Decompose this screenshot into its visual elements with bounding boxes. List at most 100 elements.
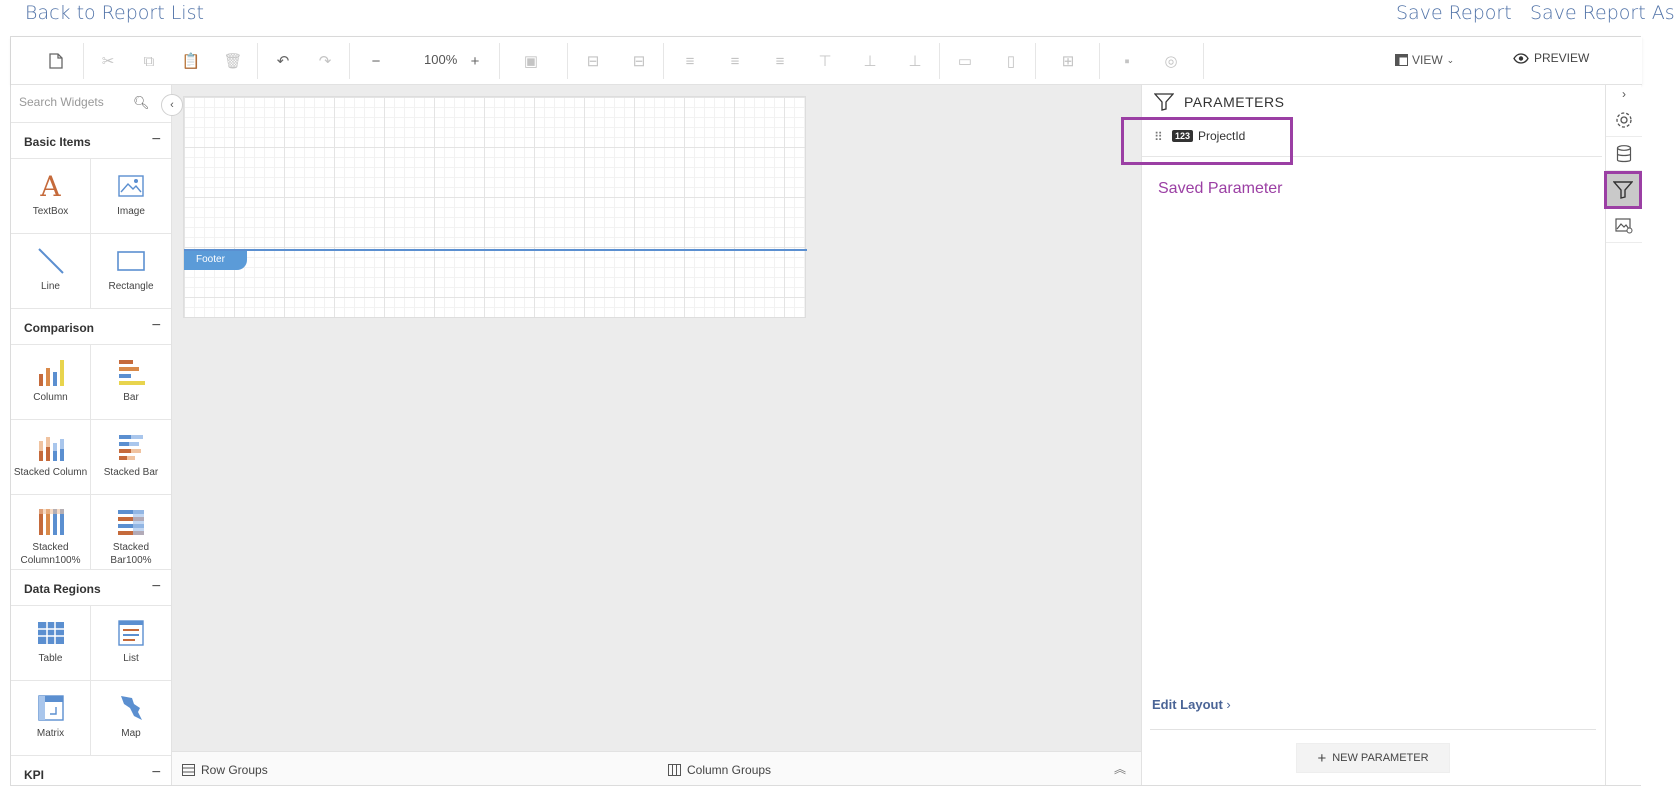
align-top-icon[interactable]: ⊤ xyxy=(813,49,837,73)
new-report-icon[interactable] xyxy=(44,49,68,73)
category-kpi[interactable]: KPI − xyxy=(11,756,171,785)
right-rail: › xyxy=(1604,85,1642,785)
widget-stacked-bar100[interactable]: Stacked Bar100% xyxy=(91,495,171,570)
textbox-icon: A xyxy=(40,169,61,203)
map-icon xyxy=(118,693,144,723)
row-groups-icon xyxy=(182,764,195,776)
column-groups-button[interactable]: Column Groups xyxy=(668,763,771,777)
search-widgets-input[interactable] xyxy=(19,95,139,109)
parameters-title: PARAMETERS xyxy=(1184,94,1285,110)
align-left-icon[interactable]: ≡ xyxy=(678,49,702,73)
stacked-bar-100-icon xyxy=(117,507,145,537)
widget-table[interactable]: Table xyxy=(11,606,91,681)
save-report-link[interactable]: Save Report xyxy=(1396,2,1512,24)
filter-icon xyxy=(1154,93,1174,111)
widget-line[interactable]: Line xyxy=(11,234,91,309)
line-icon xyxy=(37,246,65,276)
widget-matrix[interactable]: Matrix xyxy=(11,681,91,756)
category-basic-items[interactable]: Basic Items − xyxy=(11,123,171,159)
matrix-icon xyxy=(37,693,64,723)
widget-image[interactable]: Image xyxy=(91,159,171,234)
new-parameter-button[interactable]: + NEW PARAMETER xyxy=(1296,743,1450,773)
widget-list[interactable]: List xyxy=(91,606,171,681)
grid-icon[interactable]: ⊞ xyxy=(1056,49,1080,73)
widget-map[interactable]: Map xyxy=(91,681,171,756)
align-right-icon[interactable]: ≡ xyxy=(768,49,792,73)
distribute-icon[interactable]: ⊟ xyxy=(627,49,651,73)
design-canvas[interactable]: Footer xyxy=(172,85,1141,751)
category-comparison[interactable]: Comparison − xyxy=(11,309,171,345)
collapse-icon[interactable]: − xyxy=(152,131,161,149)
copy-icon[interactable]: ⧉ xyxy=(137,49,161,73)
column-groups-icon xyxy=(668,764,681,776)
delete-icon[interactable]: 🗑 xyxy=(221,49,245,73)
chevron-down-icon: ⌄ xyxy=(1446,54,1455,65)
undo-icon[interactable]: ↶ xyxy=(271,49,295,73)
align-middle-icon[interactable]: ⊥ xyxy=(858,49,882,73)
align-icon[interactable]: ⊟ xyxy=(581,49,605,73)
view-menu-button[interactable]: VIEW ⌄ xyxy=(1395,53,1454,67)
paste-icon[interactable]: 📋 xyxy=(179,49,203,73)
category-data-regions[interactable]: Data Regions − xyxy=(11,570,171,606)
preview-button[interactable]: PREVIEW xyxy=(1513,51,1589,65)
widget-bar[interactable]: Bar xyxy=(91,345,171,420)
row-groups-button[interactable]: Row Groups xyxy=(182,763,268,777)
report-designer: ✂ ⧉ 📋 🗑 ↶ ↷ − 100% + ▣ ⊟ ⊟ ≡ ≡ ≡ ⊤ ⊥ ⊥ ▭… xyxy=(10,36,1642,786)
saved-parameter-annotation: Saved Parameter xyxy=(1158,180,1283,197)
save-report-as-link[interactable]: Save Report As xyxy=(1530,2,1675,24)
plus-icon: + xyxy=(1317,749,1327,767)
report-page[interactable]: Footer xyxy=(183,96,807,318)
properties-gear-icon[interactable] xyxy=(1606,103,1642,137)
view-label: VIEW xyxy=(1412,53,1443,67)
chevron-left-icon: ‹ xyxy=(170,99,174,111)
same-height-icon[interactable]: ▯ xyxy=(999,49,1023,73)
data-database-icon[interactable] xyxy=(1606,137,1642,171)
eye-icon xyxy=(1513,52,1529,64)
image-manager-icon[interactable] xyxy=(1606,209,1642,243)
snap-icon[interactable]: ▪ xyxy=(1115,49,1139,73)
collapse-icon[interactable]: − xyxy=(152,764,161,782)
layout-icon xyxy=(1395,54,1408,66)
parameters-filter-icon[interactable] xyxy=(1604,171,1642,209)
groups-bar: Row Groups Column Groups ︽ xyxy=(172,751,1141,785)
zoom-level[interactable]: 100% xyxy=(424,52,457,67)
zoom-out-icon[interactable]: − xyxy=(364,49,388,73)
toolbar: ✂ ⧉ 📋 🗑 ↶ ↷ − 100% + ▣ ⊟ ⊟ ≡ ≡ ≡ ⊤ ⊥ ⊥ ▭… xyxy=(11,37,1642,85)
bar-chart-icon xyxy=(117,357,145,387)
rectangle-icon xyxy=(117,246,145,276)
cut-icon[interactable]: ✂ xyxy=(96,49,120,73)
list-icon xyxy=(118,618,144,648)
search-icon[interactable]: 🔍︎ xyxy=(133,95,150,111)
chevron-right-icon[interactable]: › xyxy=(1606,85,1642,103)
column-chart-icon xyxy=(37,357,65,387)
edit-layout-link[interactable]: Edit Layout › xyxy=(1152,697,1231,712)
footer-separator[interactable] xyxy=(184,249,807,251)
same-width-icon[interactable]: ▭ xyxy=(953,49,977,73)
widget-stacked-column100[interactable]: Stacked Column100% xyxy=(11,495,91,570)
collapse-panel-button[interactable]: ‹ xyxy=(161,94,183,116)
widget-textbox[interactable]: A TextBox xyxy=(11,159,91,234)
widget-stacked-bar[interactable]: Stacked Bar xyxy=(91,420,171,495)
preview-label: PREVIEW xyxy=(1534,51,1590,65)
chevron-right-icon: › xyxy=(1226,697,1231,712)
parameters-header: PARAMETERS xyxy=(1154,93,1284,111)
widget-column[interactable]: Column xyxy=(11,345,91,420)
order-icon[interactable]: ▣ xyxy=(519,49,543,73)
stacked-column-100-icon xyxy=(37,507,65,537)
stacked-bar-icon xyxy=(117,432,145,462)
collapse-icon[interactable]: − xyxy=(152,578,161,596)
footer-label[interactable]: Footer xyxy=(184,251,247,270)
align-center-icon[interactable]: ≡ xyxy=(723,49,747,73)
collapse-icon[interactable]: − xyxy=(152,317,161,335)
expand-up-icon[interactable]: ︽ xyxy=(1114,760,1126,777)
redo-icon[interactable]: ↷ xyxy=(313,49,337,73)
back-to-report-list-link[interactable]: Back to Report List xyxy=(25,2,204,24)
align-bottom-icon[interactable]: ⊥ xyxy=(903,49,927,73)
stacked-column-icon xyxy=(37,432,65,462)
widget-stacked-column[interactable]: Stacked Column xyxy=(11,420,91,495)
widget-panel: 🔍︎ Basic Items − A TextBox Image Line Re… xyxy=(11,85,172,785)
widget-search: 🔍︎ xyxy=(11,85,171,123)
widget-rectangle[interactable]: Rectangle xyxy=(91,234,171,309)
center-icon[interactable]: ◎ xyxy=(1159,49,1183,73)
zoom-in-icon[interactable]: + xyxy=(463,49,487,73)
